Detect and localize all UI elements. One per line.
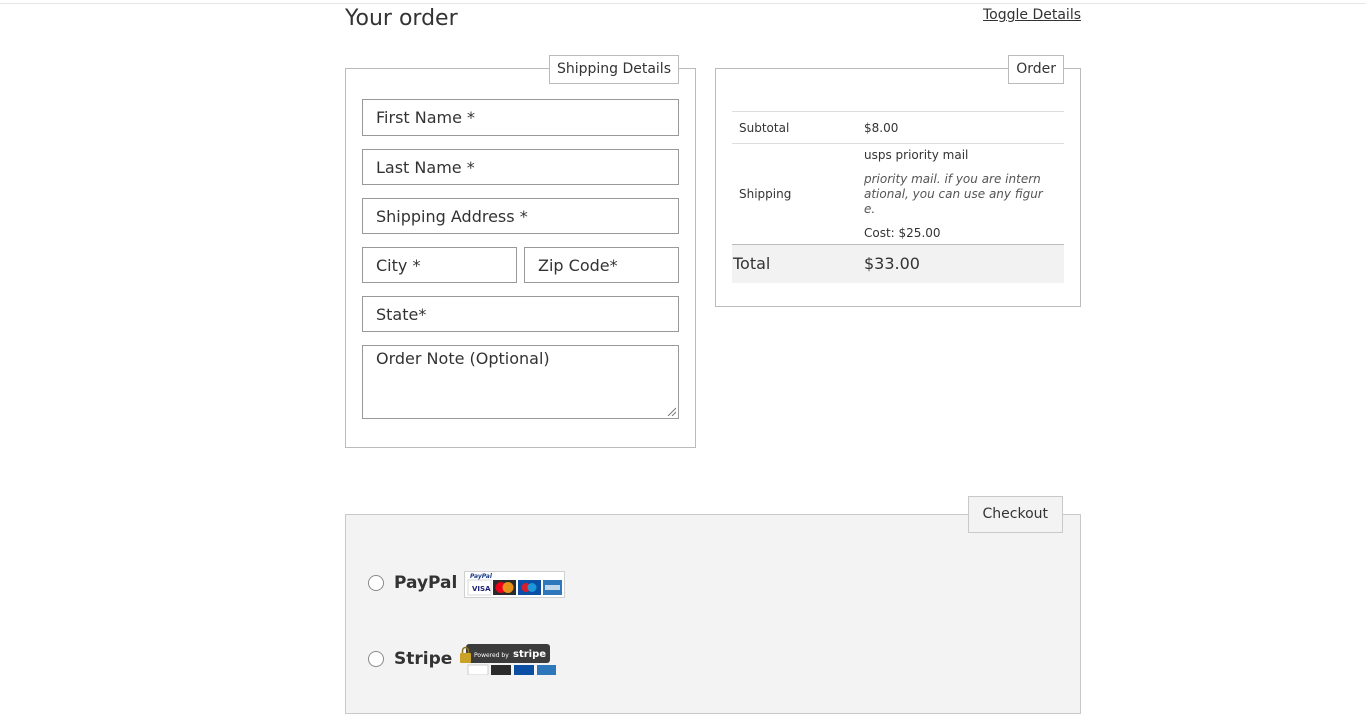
shipping-cost: Cost: $25.00 [864,226,941,240]
order-table: Subtotal $8.00 Shipping usps priority ma… [732,111,1064,283]
shipping-value: usps priority mail priority mail. if you… [863,143,1064,245]
shipping-method: usps priority mail [864,148,969,162]
total-row: Total $33.00 [732,244,1064,283]
order-summary-section: Order Subtotal $8.00 Shipping usps prior… [715,55,1081,307]
shipping-address-input[interactable]: Shipping Address * [362,198,679,234]
order-note-textarea[interactable]: Order Note (Optional) [362,345,679,419]
shipping-row: Shipping usps priority mail priority mai… [732,143,1064,245]
subtotal-label: Subtotal [732,111,863,144]
shipping-label: Shipping [732,143,863,245]
subtotal-value: $8.00 [863,111,1064,144]
visa-card-text: VISA [472,585,491,593]
stripe-brand-text: stripe [513,649,546,660]
resize-grip-icon[interactable] [667,407,676,416]
paypal-option[interactable]: PayPal [368,573,457,593]
shipping-address-placeholder: Shipping Address * [376,206,528,226]
page-title: Your order [345,6,458,31]
top-divider [0,3,1366,4]
first-name-placeholder: First Name * [376,108,476,127]
powered-by-stripe-icon: Powered by stripe [460,644,556,675]
state-input[interactable]: State* [362,296,679,332]
city-input[interactable]: City * [362,247,517,283]
paypal-brand-text: PayPal [470,573,493,580]
order-legend: Order [1008,55,1064,84]
stripe-label: Stripe [394,649,453,669]
last-name-placeholder: Last Name * [376,157,475,177]
stripe-radio[interactable] [368,651,384,667]
shipping-details-legend: Shipping Details [548,55,679,84]
paypal-cards-icon: PayPal VISA [464,571,565,598]
shipping-details-section: Shipping Details First Name * Last Name … [345,55,696,448]
paypal-label: PayPal [394,573,458,593]
order-note-placeholder: Order Note (Optional) [376,349,550,368]
stripe-option[interactable]: Stripe [368,649,452,669]
stripe-powered-text: Powered by [474,652,509,659]
checkout-section: Checkout PayPal PayPal VISA Stripe Power… [345,496,1081,714]
total-label: Total [732,244,863,283]
checkout-legend: Checkout [967,496,1063,533]
toggle-details-link[interactable]: Toggle Details [983,7,1081,23]
last-name-input[interactable]: Last Name * [362,149,679,185]
zip-code-input[interactable]: Zip Code* [524,247,679,283]
subtotal-row: Subtotal $8.00 [732,111,1064,144]
total-value: $33.00 [863,244,1064,283]
paypal-radio[interactable] [368,575,384,591]
first-name-input[interactable]: First Name * [362,99,679,136]
state-placeholder: State* [376,304,427,324]
padlock-icon [460,653,471,663]
zip-code-placeholder: Zip Code* [538,255,618,275]
city-placeholder: City * [376,255,421,275]
shipping-note: priority mail. if you are international,… [864,172,1043,216]
